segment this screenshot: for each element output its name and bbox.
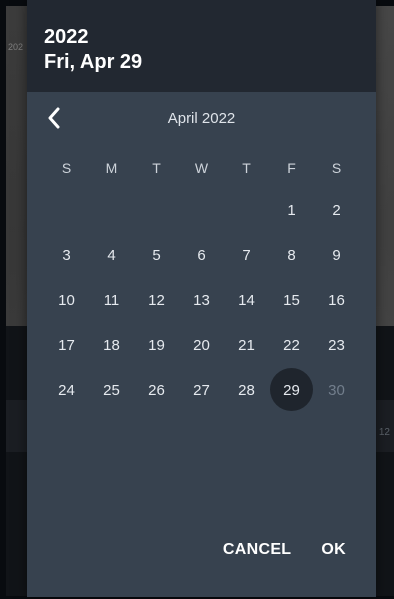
day-cell[interactable]: 24 xyxy=(44,368,89,413)
day-number: 21 xyxy=(238,337,255,354)
day-cell[interactable]: 8 xyxy=(269,233,314,278)
selected-date[interactable]: Fri, Apr 29 xyxy=(44,50,376,74)
day-cell[interactable]: 9 xyxy=(314,233,359,278)
weekday-label: M xyxy=(105,160,118,176)
day-number: 26 xyxy=(148,382,165,399)
cancel-button[interactable]: CANCEL xyxy=(209,533,305,567)
day-cell[interactable]: 28 xyxy=(224,368,269,413)
day-number: 1 xyxy=(287,202,296,219)
ok-button[interactable]: OK xyxy=(305,533,376,567)
weekday-label: F xyxy=(287,160,296,176)
day-cell[interactable]: 5 xyxy=(134,233,179,278)
day-cell[interactable]: 7 xyxy=(224,233,269,278)
empty-day-cell xyxy=(134,188,179,233)
weekday-label: W xyxy=(194,160,209,176)
day-number: 9 xyxy=(332,247,341,264)
day-number: 6 xyxy=(197,247,206,264)
day-number: 23 xyxy=(328,337,345,354)
day-number: 10 xyxy=(58,292,75,309)
day-cell[interactable]: 27 xyxy=(179,368,224,413)
day-number: 19 xyxy=(148,337,165,354)
day-number: 15 xyxy=(283,292,300,309)
month-label: April 2022 xyxy=(167,110,236,127)
day-number: 7 xyxy=(242,247,251,264)
week-row: 3 4 5 6 7 8 9 xyxy=(44,233,340,278)
empty-day-cell xyxy=(44,188,89,233)
day-number: 11 xyxy=(103,292,120,309)
day-number: 14 xyxy=(238,292,255,309)
week-row: 12 xyxy=(44,188,340,233)
day-number: 8 xyxy=(287,247,296,264)
day-cell[interactable]: 12 xyxy=(134,278,179,323)
day-number: 4 xyxy=(107,247,116,264)
day-number: 25 xyxy=(103,382,120,399)
empty-day-cell xyxy=(224,188,269,233)
day-number: 16 xyxy=(328,292,345,309)
selected-year[interactable]: 2022 xyxy=(44,0,376,48)
weekday-label: T xyxy=(242,160,251,176)
day-cell[interactable]: 16 xyxy=(314,278,359,323)
day-number: 28 xyxy=(238,382,255,399)
day-cell[interactable]: 26 xyxy=(134,368,179,413)
week-row: 17 18 19 20 21 22 23 xyxy=(44,323,345,368)
day-cell[interactable]: 22 xyxy=(269,323,314,368)
day-cell[interactable]: 10 xyxy=(44,278,89,323)
day-cell[interactable]: 11 xyxy=(89,278,134,323)
day-number: 29 xyxy=(283,382,300,399)
day-cell[interactable]: 4 xyxy=(89,233,134,278)
day-cell[interactable]: 1 xyxy=(269,188,314,233)
day-cell[interactable]: 13 xyxy=(179,278,224,323)
day-number: 12 xyxy=(148,292,165,309)
weekday-label: S xyxy=(331,160,342,176)
day-cell[interactable]: 21 xyxy=(224,323,269,368)
day-number: 20 xyxy=(193,337,210,354)
day-number: 17 xyxy=(58,337,75,354)
day-cell[interactable]: 20 xyxy=(179,323,224,368)
selected-day-cell[interactable]: 29 xyxy=(269,368,314,413)
day-number: 13 xyxy=(193,292,210,309)
day-cell[interactable]: 14 xyxy=(224,278,269,323)
day-number: 18 xyxy=(103,337,120,354)
day-number: 22 xyxy=(283,337,300,354)
day-cell[interactable]: 23 xyxy=(314,323,359,368)
dialog-actions: CANCEL OK xyxy=(209,533,376,567)
weekday-label: S xyxy=(61,160,72,176)
date-picker-header: 2022 Fri, Apr 29 xyxy=(27,0,376,92)
date-picker-dialog: 2022 Fri, Apr 29 April 2022 SMTWTFS12345… xyxy=(27,0,376,597)
day-number: 3 xyxy=(62,247,71,264)
calendar-grid: S M T W T F S 1 2 3 4 5 6 7 8 9 10 11 12 13 14 15 16 17 18 19 20 21… xyxy=(44,148,345,413)
day-cell[interactable]: 6 xyxy=(179,233,224,278)
day-number: 24 xyxy=(58,382,75,399)
day-number: 30 xyxy=(328,382,345,399)
day-number: 5 xyxy=(152,247,161,264)
week-row: 24 25 26 27 28 29 30 xyxy=(44,368,345,413)
day-cell[interactable]: 19 xyxy=(134,323,179,368)
empty-day-cell xyxy=(179,188,224,233)
day-cell[interactable]: 17 xyxy=(44,323,89,368)
day-cell: 30 xyxy=(314,368,359,413)
day-cell[interactable]: 15 xyxy=(269,278,314,323)
day-cell[interactable]: 25 xyxy=(89,368,134,413)
empty-day-cell xyxy=(89,188,134,233)
day-cell[interactable]: 3 xyxy=(44,233,89,278)
day-cell[interactable]: 2 xyxy=(314,188,359,233)
weekday-header-row: SMTWTFS xyxy=(44,148,341,188)
weekday-label: T xyxy=(152,160,161,176)
day-number: 2 xyxy=(332,202,341,219)
day-cell[interactable]: 18 xyxy=(89,323,134,368)
day-number: 27 xyxy=(193,382,210,399)
week-row: 10 11 12 13 14 15 16 xyxy=(44,278,345,323)
month-navigation: April 2022 xyxy=(27,92,376,148)
